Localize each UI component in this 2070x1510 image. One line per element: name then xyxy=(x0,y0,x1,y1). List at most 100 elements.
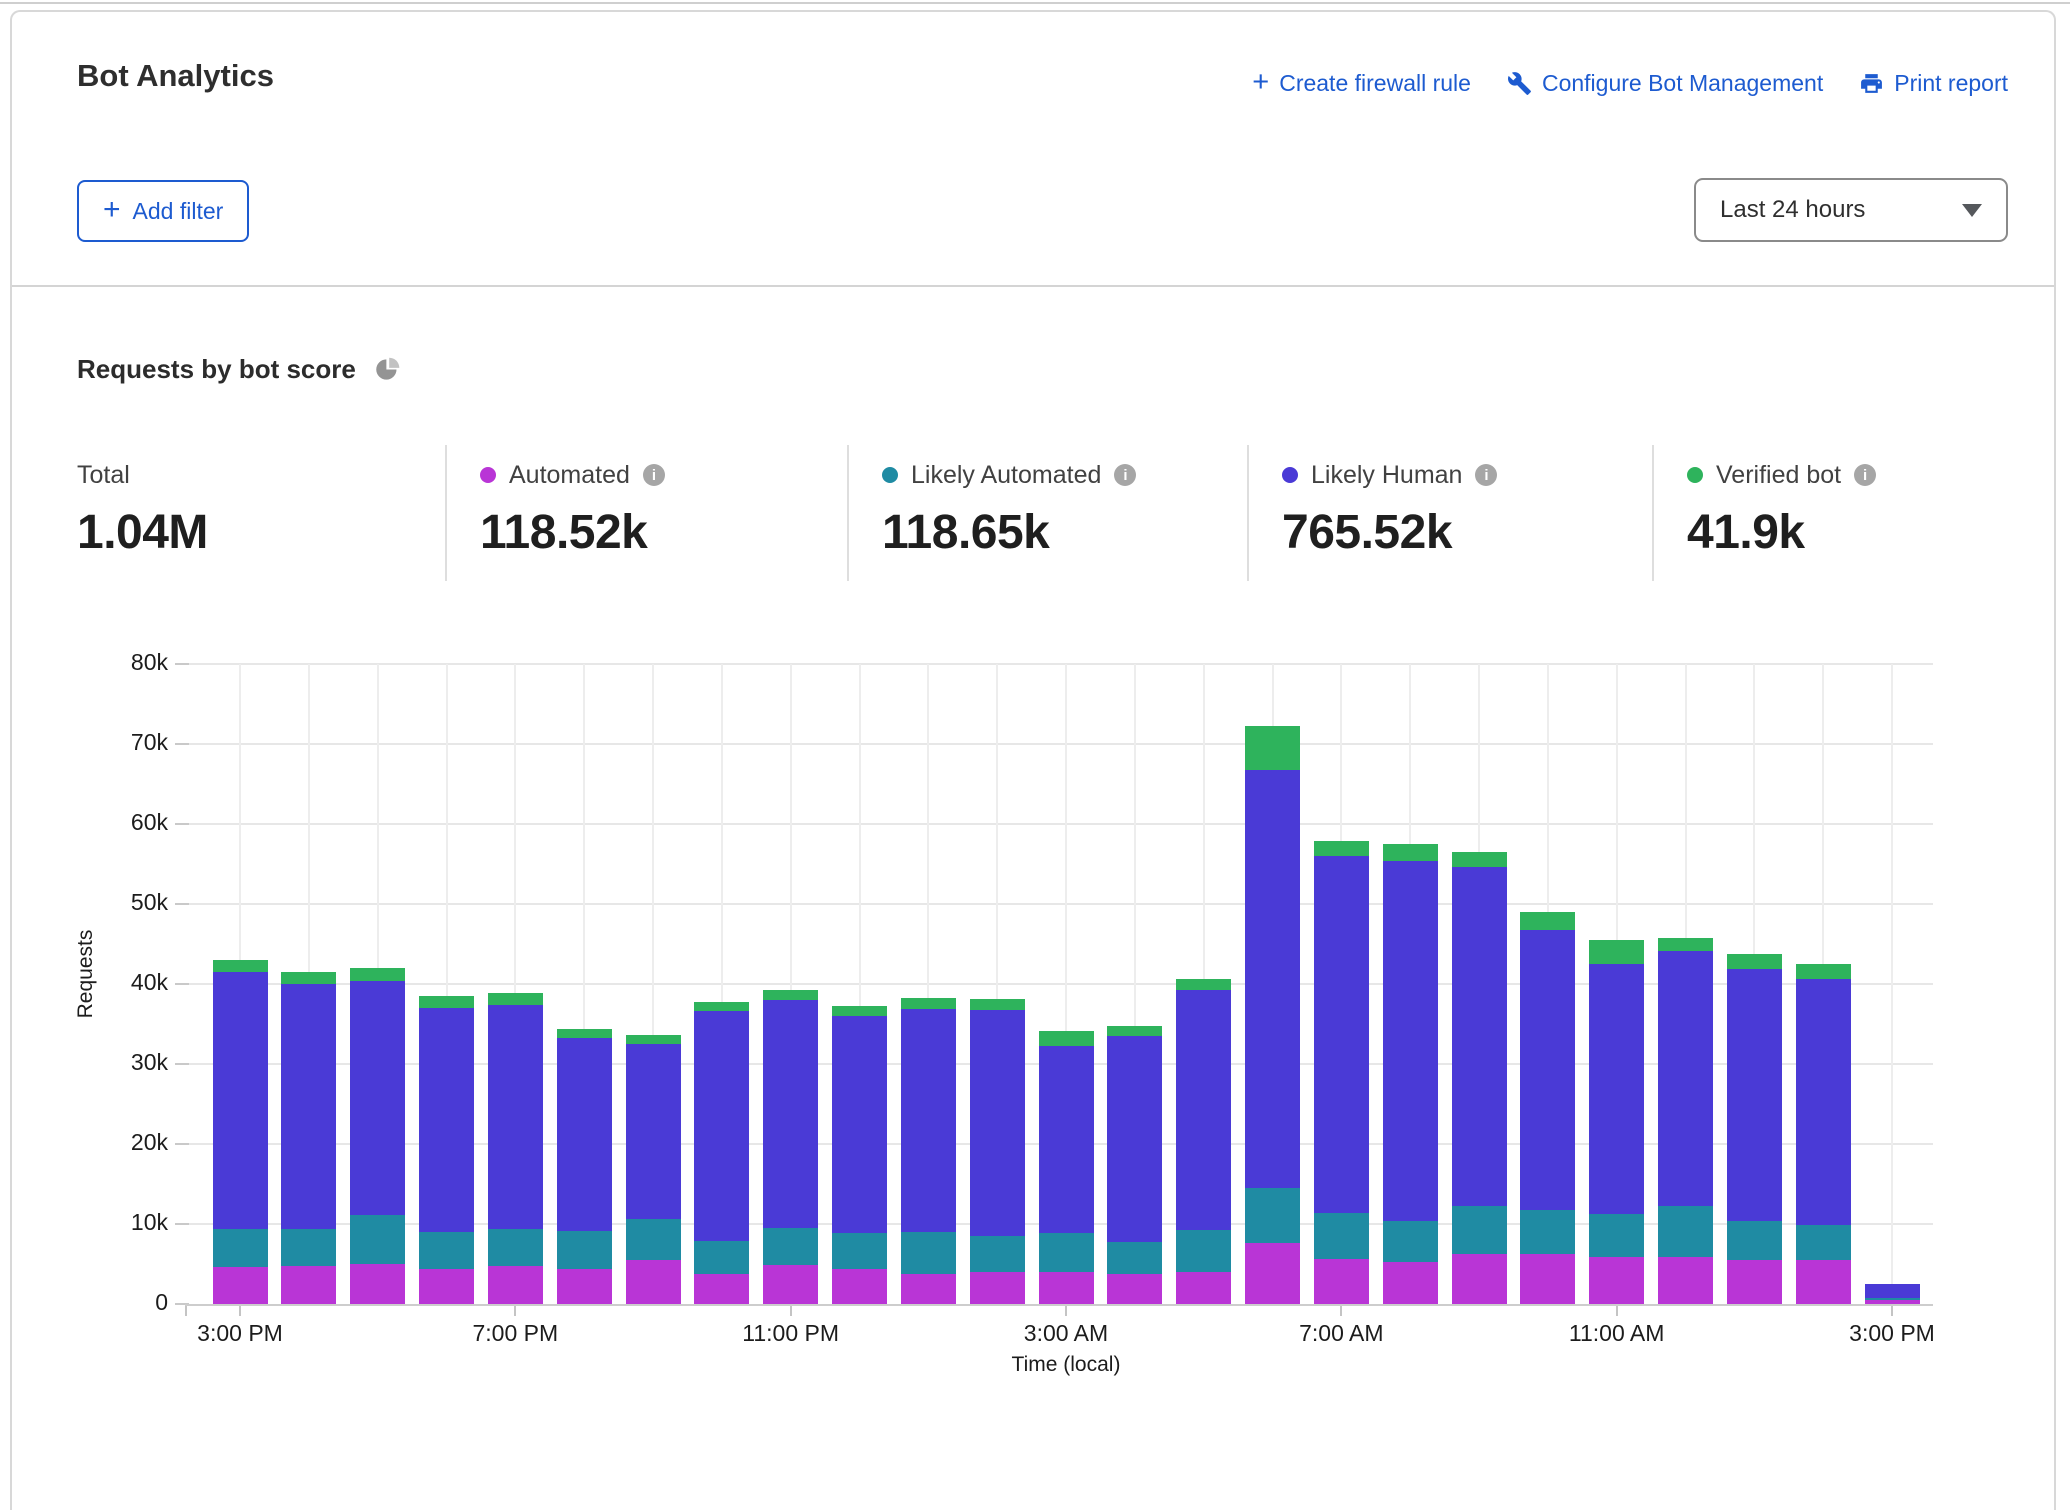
bar-segment-likely-automated[interactable] xyxy=(1176,1230,1231,1272)
bar-segment-likely-automated[interactable] xyxy=(1383,1221,1438,1263)
bar-segment-verified-bot[interactable] xyxy=(901,998,956,1008)
bar-segment-likely-human[interactable] xyxy=(1383,861,1438,1221)
bar-segment-likely-human[interactable] xyxy=(1314,856,1369,1213)
bar-segment-likely-automated[interactable] xyxy=(1452,1206,1507,1254)
bar-segment-automated[interactable] xyxy=(1589,1257,1644,1304)
bar-segment-verified-bot[interactable] xyxy=(1176,979,1231,990)
bar-segment-likely-automated[interactable] xyxy=(763,1228,818,1265)
bar-segment-automated[interactable] xyxy=(1865,1300,1920,1304)
bar-segment-verified-bot[interactable] xyxy=(350,968,405,981)
bar-segment-automated[interactable] xyxy=(901,1274,956,1304)
bar-segment-likely-human[interactable] xyxy=(488,1005,543,1229)
bar-segment-likely-automated[interactable] xyxy=(350,1215,405,1264)
bar-segment-automated[interactable] xyxy=(1383,1262,1438,1304)
bar-segment-likely-automated[interactable] xyxy=(1107,1242,1162,1273)
bar-segment-likely-automated[interactable] xyxy=(557,1231,612,1269)
bar[interactable] xyxy=(557,1029,612,1304)
bar[interactable] xyxy=(1245,726,1300,1304)
bar-segment-likely-human[interactable] xyxy=(1107,1036,1162,1242)
bar-segment-verified-bot[interactable] xyxy=(488,993,543,1005)
bar-segment-automated[interactable] xyxy=(1245,1243,1300,1304)
bar[interactable] xyxy=(763,990,818,1304)
bar[interactable] xyxy=(213,960,268,1304)
bar-segment-likely-human[interactable] xyxy=(1452,867,1507,1206)
bar-segment-likely-automated[interactable] xyxy=(1039,1233,1094,1272)
bar[interactable] xyxy=(1589,940,1644,1304)
bar-segment-automated[interactable] xyxy=(1452,1254,1507,1304)
bar-segment-likely-automated[interactable] xyxy=(901,1232,956,1274)
bar-segment-likely-human[interactable] xyxy=(1245,770,1300,1188)
bar-segment-likely-automated[interactable] xyxy=(1245,1188,1300,1243)
bar-segment-likely-human[interactable] xyxy=(1658,951,1713,1206)
bar-segment-verified-bot[interactable] xyxy=(1107,1026,1162,1036)
bar-segment-automated[interactable] xyxy=(1520,1254,1575,1304)
bar-segment-automated[interactable] xyxy=(281,1266,336,1304)
bar-segment-verified-bot[interactable] xyxy=(1452,852,1507,867)
bar[interactable] xyxy=(1039,1031,1094,1304)
bar-segment-verified-bot[interactable] xyxy=(1245,726,1300,770)
bar[interactable] xyxy=(1107,1026,1162,1304)
bar[interactable] xyxy=(970,999,1025,1304)
bar[interactable] xyxy=(1658,938,1713,1304)
bar[interactable] xyxy=(281,972,336,1304)
bar-segment-verified-bot[interactable] xyxy=(1383,844,1438,861)
bar-segment-likely-human[interactable] xyxy=(763,1000,818,1228)
bar[interactable] xyxy=(626,1035,681,1304)
bar-segment-automated[interactable] xyxy=(1039,1272,1094,1304)
bar-segment-likely-human[interactable] xyxy=(213,972,268,1229)
bar[interactable] xyxy=(1383,844,1438,1304)
bar[interactable] xyxy=(832,1006,887,1304)
bar-segment-likely-human[interactable] xyxy=(1039,1046,1094,1233)
bar[interactable] xyxy=(1865,1284,1920,1304)
bar-segment-verified-bot[interactable] xyxy=(281,972,336,984)
bar-segment-verified-bot[interactable] xyxy=(970,999,1025,1009)
bar-segment-verified-bot[interactable] xyxy=(557,1029,612,1038)
bar[interactable] xyxy=(694,1002,749,1304)
bar[interactable] xyxy=(488,993,543,1304)
bar[interactable] xyxy=(1176,979,1231,1304)
bar[interactable] xyxy=(1520,912,1575,1304)
bar[interactable] xyxy=(901,998,956,1304)
bar-segment-likely-automated[interactable] xyxy=(1658,1206,1713,1257)
bar[interactable] xyxy=(1796,964,1851,1304)
bar-segment-likely-automated[interactable] xyxy=(626,1219,681,1260)
bar-segment-automated[interactable] xyxy=(626,1260,681,1304)
bar-segment-likely-automated[interactable] xyxy=(213,1229,268,1267)
bar-segment-automated[interactable] xyxy=(1727,1260,1782,1304)
bar-segment-verified-bot[interactable] xyxy=(213,960,268,972)
bar-segment-automated[interactable] xyxy=(1658,1257,1713,1304)
bar-segment-automated[interactable] xyxy=(1176,1272,1231,1304)
bar-segment-verified-bot[interactable] xyxy=(832,1006,887,1016)
bar-segment-likely-human[interactable] xyxy=(1865,1284,1920,1298)
bar-segment-automated[interactable] xyxy=(970,1272,1025,1304)
bar-segment-automated[interactable] xyxy=(694,1274,749,1304)
bar-segment-likely-human[interactable] xyxy=(832,1016,887,1233)
bar[interactable] xyxy=(1452,852,1507,1304)
bar-segment-automated[interactable] xyxy=(832,1269,887,1304)
bar-segment-likely-human[interactable] xyxy=(626,1044,681,1219)
bar-segment-verified-bot[interactable] xyxy=(694,1002,749,1012)
bar-segment-automated[interactable] xyxy=(213,1267,268,1304)
bar-segment-automated[interactable] xyxy=(1107,1274,1162,1304)
bar-segment-likely-human[interactable] xyxy=(901,1009,956,1232)
bar-segment-likely-human[interactable] xyxy=(1589,964,1644,1214)
bar-segment-likely-automated[interactable] xyxy=(419,1232,474,1269)
bar-segment-verified-bot[interactable] xyxy=(419,996,474,1008)
bar-segment-automated[interactable] xyxy=(488,1266,543,1304)
bar-segment-verified-bot[interactable] xyxy=(1039,1031,1094,1046)
bar[interactable] xyxy=(1727,954,1782,1304)
bar-segment-likely-human[interactable] xyxy=(557,1038,612,1231)
bar-segment-likely-human[interactable] xyxy=(281,984,336,1229)
bar-segment-likely-automated[interactable] xyxy=(1314,1213,1369,1259)
bar-segment-likely-human[interactable] xyxy=(350,981,405,1215)
bar-segment-automated[interactable] xyxy=(1796,1260,1851,1304)
bar-segment-likely-automated[interactable] xyxy=(1727,1221,1782,1260)
bar-segment-likely-automated[interactable] xyxy=(1520,1210,1575,1254)
bar-segment-likely-human[interactable] xyxy=(419,1008,474,1232)
bar-segment-verified-bot[interactable] xyxy=(1589,940,1644,964)
bar-segment-likely-human[interactable] xyxy=(1176,990,1231,1229)
bar-segment-likely-automated[interactable] xyxy=(832,1233,887,1269)
bar-segment-likely-automated[interactable] xyxy=(488,1229,543,1266)
bar-segment-verified-bot[interactable] xyxy=(1727,954,1782,968)
bar[interactable] xyxy=(350,968,405,1304)
